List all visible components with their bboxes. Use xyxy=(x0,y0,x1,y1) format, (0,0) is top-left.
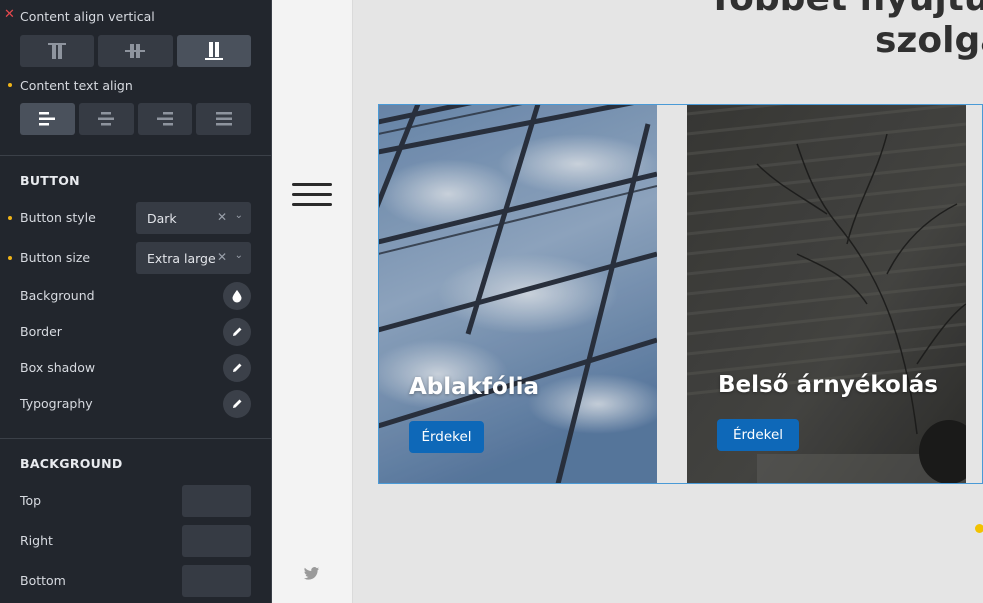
text-center-icon xyxy=(98,112,115,126)
reset-icon[interactable]: ✕ xyxy=(4,8,16,21)
text-justify-button[interactable] xyxy=(196,103,251,135)
text-justify-icon xyxy=(215,112,232,126)
bottom-label: Bottom xyxy=(20,573,66,588)
text-align-control xyxy=(20,103,251,135)
right-input[interactable] xyxy=(182,525,251,557)
right-label: Right xyxy=(20,533,53,548)
button-size-value: Extra large xyxy=(147,250,216,266)
pencil-icon xyxy=(233,327,242,336)
top-label: Top xyxy=(20,493,42,508)
background-section-title: BACKGROUND xyxy=(20,456,123,471)
align-stretch-icon xyxy=(204,42,223,60)
text-right-icon xyxy=(156,112,173,126)
modified-indicator xyxy=(8,83,12,87)
typography-label: Typography xyxy=(20,396,93,411)
background-color-button[interactable] xyxy=(223,282,251,310)
service-card[interactable]: Ablakfólia Érdekel xyxy=(378,104,657,484)
button-size-select[interactable]: Extra large ✕ ⌄ xyxy=(136,242,251,274)
content-text-align-label: Content text align xyxy=(20,78,133,93)
border-label: Border xyxy=(20,324,62,339)
text-left-button[interactable] xyxy=(20,103,75,135)
box-shadow-label: Box shadow xyxy=(20,360,96,375)
section-divider xyxy=(0,438,271,439)
button-style-value: Dark xyxy=(147,210,177,226)
button-section-title: BUTTON xyxy=(20,173,80,188)
align-center-icon xyxy=(125,44,146,58)
box-shadow-edit-button[interactable] xyxy=(223,354,251,382)
card-cta-button[interactable]: Érdekel xyxy=(717,419,799,451)
content-align-vertical-label: Content align vertical xyxy=(20,9,155,24)
text-right-button[interactable] xyxy=(137,103,193,135)
service-card[interactable]: Belső árnyékolás Érdekel xyxy=(687,104,966,484)
button-style-select[interactable]: Dark ✕ ⌄ xyxy=(136,202,251,234)
slider-dot[interactable] xyxy=(975,524,983,533)
pencil-icon xyxy=(233,399,242,408)
modified-indicator xyxy=(8,216,12,220)
clear-icon[interactable]: ✕ xyxy=(217,250,227,264)
chevron-down-icon: ⌄ xyxy=(234,210,243,221)
align-top-button[interactable] xyxy=(20,35,95,67)
vertical-align-control xyxy=(20,35,251,67)
clear-icon[interactable]: ✕ xyxy=(217,210,227,224)
background-label: Background xyxy=(20,288,95,303)
section-heading: Többet nyújtunk xyxy=(708,0,983,19)
typography-edit-button[interactable] xyxy=(223,390,251,418)
pencil-icon xyxy=(233,363,242,372)
modified-indicator xyxy=(8,256,12,260)
hamburger-menu-icon[interactable] xyxy=(292,183,332,209)
card-title: Belső árnyékolás xyxy=(718,372,938,398)
button-size-label: Button size xyxy=(20,250,91,265)
style-panel: ✕ Content align vertical Content text al… xyxy=(0,0,272,603)
page-canvas: Többet nyújtunk szolgá xyxy=(353,0,983,603)
bottom-input[interactable] xyxy=(182,565,251,597)
align-center-button[interactable] xyxy=(98,35,173,67)
twitter-icon[interactable] xyxy=(303,567,320,581)
align-stretch-button[interactable] xyxy=(176,35,251,67)
section-divider xyxy=(0,155,271,156)
card-title: Ablakfólia xyxy=(409,374,540,400)
section-heading-line2: szolgá xyxy=(875,20,983,61)
text-center-button[interactable] xyxy=(78,103,134,135)
border-edit-button[interactable] xyxy=(223,318,251,346)
card-cta-button[interactable]: Érdekel xyxy=(409,421,484,453)
site-sidebar xyxy=(272,0,353,603)
align-top-icon xyxy=(48,43,67,59)
text-left-icon xyxy=(39,112,56,126)
droplet-icon xyxy=(232,290,242,303)
top-input[interactable] xyxy=(182,485,251,517)
button-style-label: Button style xyxy=(20,210,96,225)
chevron-down-icon: ⌄ xyxy=(234,250,243,261)
